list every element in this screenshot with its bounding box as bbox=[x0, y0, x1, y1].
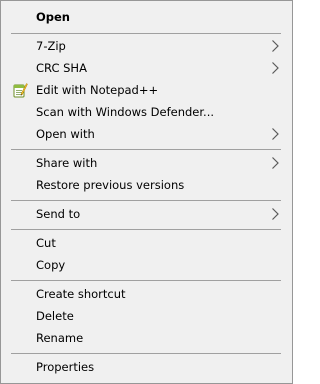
chevron-right-icon bbox=[272, 208, 279, 220]
menu-item-open-label: Open bbox=[36, 10, 70, 24]
menu-item-send-to-label: Send to bbox=[36, 207, 81, 221]
menu-separator bbox=[11, 200, 281, 201]
menu-item-open-with[interactable]: Open with bbox=[3, 123, 290, 145]
menu-item-scan-defender-label: Scan with Windows Defender... bbox=[36, 105, 215, 119]
chevron-right-icon bbox=[272, 40, 279, 52]
menu-item-properties[interactable]: Properties bbox=[3, 356, 290, 378]
menu-item-cut[interactable]: Cut bbox=[3, 232, 290, 254]
menu-item-restore-versions-label: Restore previous versions bbox=[36, 178, 185, 192]
chevron-right-icon bbox=[272, 128, 279, 140]
menu-item-properties-label: Properties bbox=[36, 360, 95, 374]
menu-separator bbox=[11, 229, 281, 230]
menu-item-open-with-label: Open with bbox=[36, 127, 95, 141]
menu-item-edit-notepad-label: Edit with Notepad++ bbox=[36, 83, 159, 97]
chevron-right-icon bbox=[272, 157, 279, 169]
menu-separator bbox=[11, 149, 281, 150]
menu-item-scan-defender[interactable]: Scan with Windows Defender... bbox=[3, 101, 290, 123]
menu-item-delete[interactable]: Delete bbox=[3, 305, 290, 327]
menu-item-delete-label: Delete bbox=[36, 309, 74, 323]
menu-item-copy-label: Copy bbox=[36, 258, 66, 272]
menu-item-edit-notepad[interactable]: Edit with Notepad++ bbox=[3, 79, 290, 101]
menu-item-rename-label: Rename bbox=[36, 331, 84, 345]
notepad-plus-plus-icon bbox=[13, 83, 28, 98]
menu-item-restore-versions[interactable]: Restore previous versions bbox=[3, 174, 290, 196]
menu-item-create-shortcut[interactable]: Create shortcut bbox=[3, 283, 290, 305]
menu-item-7zip[interactable]: 7-Zip bbox=[3, 35, 290, 57]
menu-separator bbox=[11, 33, 281, 34]
menu-item-share-with-label: Share with bbox=[36, 156, 98, 170]
menu-item-7zip-label: 7-Zip bbox=[36, 39, 66, 53]
menu-separator bbox=[11, 353, 281, 354]
context-menu: Open 7-Zip CRC SHA Edit with Notepad++ S… bbox=[0, 0, 293, 384]
menu-item-share-with[interactable]: Share with bbox=[3, 152, 290, 174]
menu-item-crc-sha[interactable]: CRC SHA bbox=[3, 57, 290, 79]
menu-item-send-to[interactable]: Send to bbox=[3, 203, 290, 225]
menu-item-create-shortcut-label: Create shortcut bbox=[36, 287, 126, 301]
menu-item-rename[interactable]: Rename bbox=[3, 327, 290, 349]
menu-item-cut-label: Cut bbox=[36, 236, 56, 250]
menu-item-crc-sha-label: CRC SHA bbox=[36, 61, 87, 75]
chevron-right-icon bbox=[272, 62, 279, 74]
menu-item-open[interactable]: Open bbox=[3, 6, 290, 28]
menu-separator bbox=[11, 280, 281, 281]
menu-item-copy[interactable]: Copy bbox=[3, 254, 290, 276]
